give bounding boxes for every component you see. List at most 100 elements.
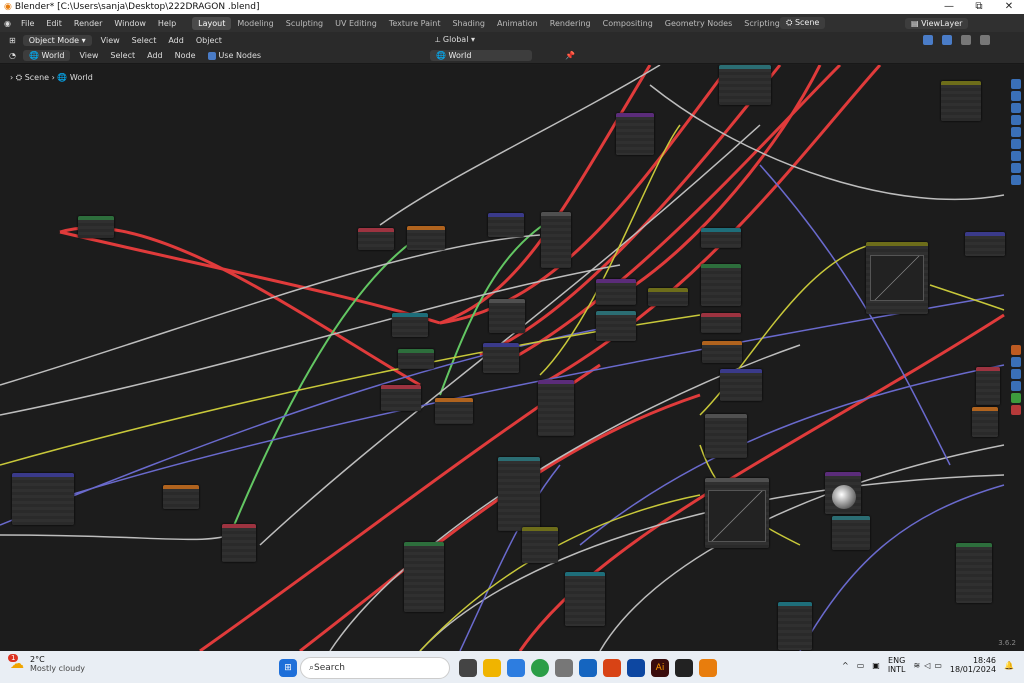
shader-node[interactable] <box>435 398 473 424</box>
tab-geometry-nodes[interactable]: Geometry Nodes <box>659 17 738 30</box>
shader-node[interactable] <box>222 524 256 562</box>
node-editor-canvas[interactable]: › ⛭ Scene › 🌐 World 3.6.2 <box>0 65 1024 651</box>
shader-node[interactable] <box>719 65 771 105</box>
node-menu-node[interactable]: Node <box>170 50 201 61</box>
tab-icon-7[interactable] <box>1011 151 1021 161</box>
volume-icon[interactable]: ◁ <box>924 661 930 670</box>
tab-rendering[interactable]: Rendering <box>544 17 597 30</box>
tray-app-icon-2[interactable]: ▣ <box>872 661 880 670</box>
data-tab-icon[interactable] <box>1011 393 1021 403</box>
tab-icon-3[interactable] <box>1011 103 1021 113</box>
viewlayer-selector[interactable]: ▤ ViewLayer <box>905 17 969 29</box>
tab-sculpting[interactable]: Sculpting <box>280 17 329 30</box>
object-tab-icon[interactable] <box>1011 345 1021 355</box>
blender-taskbar-icon[interactable] <box>699 659 717 677</box>
shader-node[interactable] <box>965 232 1005 256</box>
curve-preview[interactable] <box>708 490 766 542</box>
use-nodes-checkbox[interactable] <box>207 51 216 60</box>
shader-node[interactable] <box>392 313 428 337</box>
shader-node[interactable] <box>398 349 434 369</box>
pin-icon[interactable]: 📌 <box>560 50 580 61</box>
menu-render[interactable]: Render <box>68 19 108 28</box>
chrome-icon[interactable] <box>531 659 549 677</box>
shader-node[interactable] <box>648 288 688 306</box>
mode-dropdown[interactable]: Object Mode ▾ <box>22 34 92 46</box>
shader-node[interactable] <box>78 216 114 238</box>
shader-node[interactable] <box>596 311 636 341</box>
shader-node[interactable] <box>720 369 762 401</box>
shader-node[interactable] <box>541 212 571 268</box>
curve-preview[interactable] <box>870 255 924 301</box>
task-view-icon[interactable] <box>459 659 477 677</box>
shader-node[interactable] <box>381 385 421 411</box>
settings-icon[interactable] <box>555 659 573 677</box>
material-icon[interactable] <box>961 35 971 45</box>
tab-icon-4[interactable] <box>1011 115 1021 125</box>
battery-icon[interactable]: ▭ <box>934 661 942 670</box>
clock[interactable]: 18:46 18/01/2024 <box>950 656 996 674</box>
app-icon[interactable] <box>603 659 621 677</box>
shader-node[interactable] <box>972 407 998 437</box>
shader-type-dropdown[interactable]: 🌐 World <box>22 50 71 61</box>
rendered-icon[interactable] <box>980 35 990 45</box>
menu-add[interactable]: Add <box>163 35 189 46</box>
weather-widget[interactable]: ☁ 1 2°C Mostly cloudy <box>8 654 85 673</box>
shader-node[interactable] <box>358 228 394 250</box>
scene-selector[interactable]: ⛭ Scene <box>780 17 826 29</box>
minimize-button[interactable]: — <box>934 0 964 14</box>
shader-node[interactable] <box>596 279 636 305</box>
shader-node[interactable] <box>778 602 812 650</box>
solid-icon[interactable] <box>942 35 952 45</box>
tab-animation[interactable]: Animation <box>491 17 544 30</box>
shader-node[interactable] <box>941 81 981 121</box>
shader-node[interactable] <box>976 367 1000 405</box>
tab-icon-8[interactable] <box>1011 163 1021 173</box>
tab-icon-9[interactable] <box>1011 175 1021 185</box>
shader-node[interactable] <box>163 485 199 509</box>
world-datablock-field[interactable]: 🌐 World <box>430 50 532 61</box>
shader-node[interactable] <box>407 226 445 250</box>
menu-edit[interactable]: Edit <box>40 19 68 28</box>
tab-icon-2[interactable] <box>1011 91 1021 101</box>
node-menu-select[interactable]: Select <box>105 50 140 61</box>
node-menu-view[interactable]: View <box>74 50 103 61</box>
menu-file[interactable]: File <box>15 19 40 28</box>
notes-icon[interactable] <box>675 659 693 677</box>
tab-icon-6[interactable] <box>1011 139 1021 149</box>
tab-shading[interactable]: Shading <box>446 17 491 30</box>
shader-node[interactable] <box>832 516 870 550</box>
blender-menu-icon[interactable]: ◉ <box>4 19 11 28</box>
physics-tab-icon[interactable] <box>1011 381 1021 391</box>
maximize-button[interactable]: ⧉ <box>964 0 994 14</box>
tab-scripting[interactable]: Scripting <box>738 17 786 30</box>
transform-orientation-dropdown[interactable]: ⟂ Global ▾ <box>430 34 480 46</box>
illustrator-icon[interactable]: Ai <box>651 659 669 677</box>
shader-node[interactable] <box>12 473 74 525</box>
node-editor-type-icon[interactable]: ◔ <box>4 50 21 61</box>
shader-node[interactable] <box>702 341 742 363</box>
search-box[interactable]: ⌕ Search <box>300 657 450 679</box>
windows-start-icon[interactable]: ⊞ <box>279 659 297 677</box>
menu-object[interactable]: Object <box>191 35 227 46</box>
tab-compositing[interactable]: Compositing <box>597 17 659 30</box>
use-nodes-toggle[interactable]: Use Nodes <box>203 50 267 61</box>
shader-node[interactable] <box>701 228 741 248</box>
shader-node[interactable] <box>488 213 524 237</box>
shader-node[interactable] <box>701 313 741 333</box>
shader-node[interactable] <box>705 414 747 458</box>
tab-texture-paint[interactable]: Texture Paint <box>383 17 447 30</box>
photos-icon[interactable] <box>627 659 645 677</box>
tab-uv-editing[interactable]: UV Editing <box>329 17 383 30</box>
menu-view[interactable]: View <box>96 35 125 46</box>
shader-node[interactable] <box>498 457 540 531</box>
material-tab-icon[interactable] <box>1011 405 1021 415</box>
tray-chevron-icon[interactable]: ^ <box>842 661 849 670</box>
tray-app-icon-1[interactable]: ▭ <box>857 661 865 670</box>
tab-layout[interactable]: Layout <box>192 16 232 30</box>
editor-type-icon[interactable]: ⊞ <box>4 35 21 46</box>
shader-node[interactable] <box>701 264 741 306</box>
outlook-icon[interactable] <box>579 659 597 677</box>
wireframe-icon[interactable] <box>923 35 933 45</box>
tab-modeling[interactable]: Modeling <box>231 17 279 30</box>
tab-icon-5[interactable] <box>1011 127 1021 137</box>
